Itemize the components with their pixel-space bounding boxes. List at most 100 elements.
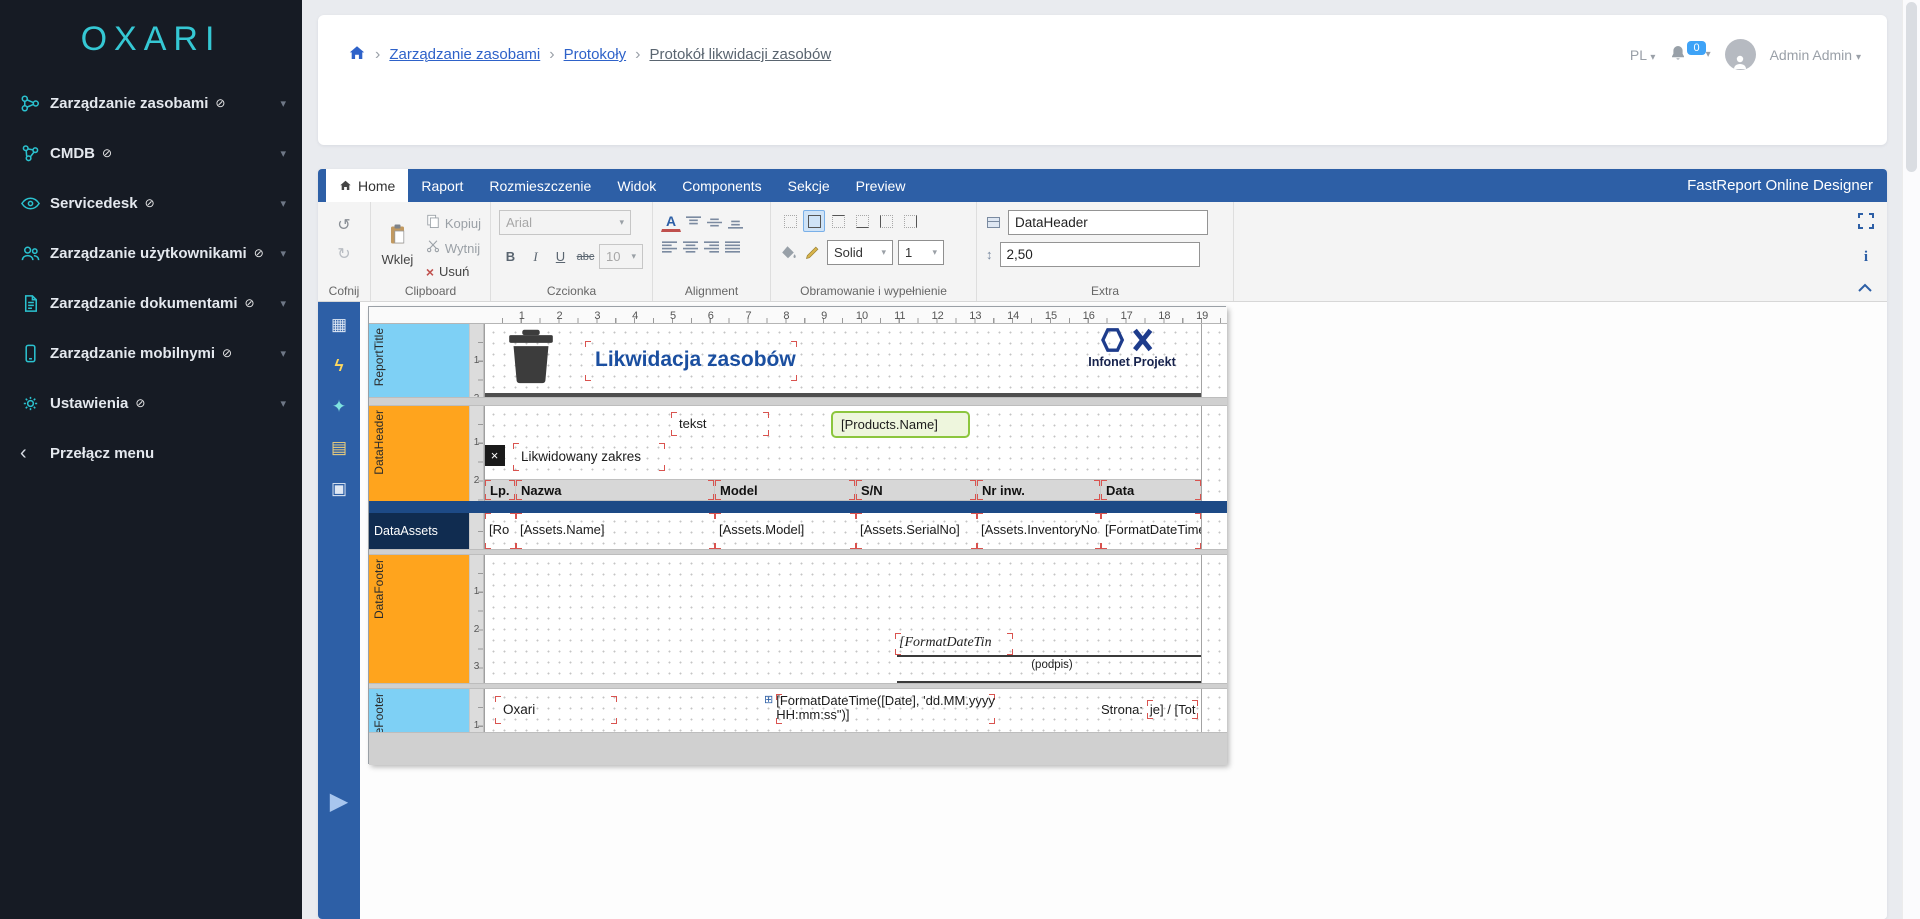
table-data-cell[interactable]: [FormatDateTime	[1101, 513, 1201, 549]
avatar[interactable]	[1724, 39, 1756, 70]
table-data-cell[interactable]: [Assets.SerialNo]	[856, 513, 977, 549]
band-label-datafooter[interactable]: DataFooter	[369, 555, 469, 683]
band-name-input[interactable]	[1008, 210, 1208, 235]
font-size-select[interactable]: 10 ▾	[599, 244, 643, 269]
border-right-button[interactable]	[899, 210, 921, 232]
notifications-button[interactable]: 0 ▾	[1669, 40, 1711, 65]
border-all-button[interactable]	[803, 210, 825, 232]
footer-page-object[interactable]: Strona: je] / [Tot	[1101, 695, 1207, 723]
table-header-cell[interactable]: Nr inw.	[977, 480, 1101, 500]
band-label-dataassets[interactable]: DataAssets	[369, 513, 469, 549]
table-data-cell[interactable]: [Assets.InventoryNo	[977, 513, 1101, 549]
align-left-icon[interactable]	[661, 240, 678, 255]
line-color-icon[interactable]	[803, 243, 822, 262]
components-icon[interactable]: ✦	[332, 398, 346, 415]
sidebar-item-settings[interactable]: Ustawienia ⊘ ▾	[0, 378, 302, 428]
language-selector[interactable]: PL ▾	[1630, 47, 1656, 63]
font-color-button[interactable]: A	[661, 212, 681, 232]
strikethrough-button[interactable]: abc	[574, 245, 597, 268]
tab-rozmieszczenie[interactable]: Rozmieszczenie	[476, 169, 604, 202]
home-icon[interactable]	[348, 44, 366, 65]
border-left-button[interactable]	[875, 210, 897, 232]
cut-button[interactable]: Wytnij	[425, 238, 482, 259]
redo-icon[interactable]: ↻	[336, 243, 351, 265]
valign-middle-icon[interactable]	[706, 212, 723, 232]
grid-icon[interactable]: ▦	[331, 316, 347, 333]
tab-widok[interactable]: Widok	[604, 169, 669, 202]
band-dataassets[interactable]: [Ro [Assets.Name] [Assets.Model] [Assets…	[484, 513, 1227, 549]
delete-button[interactable]: × Usuń	[425, 263, 482, 280]
band-dataheader[interactable]: tekst [Products.Name] × Likwidowany zakr…	[484, 406, 1227, 501]
footer-company-text[interactable]: Oxari	[495, 696, 617, 724]
sidebar-item-users[interactable]: Zarządzanie użytkownikami ⊘ ▾	[0, 228, 302, 278]
sidebar-item-mobile[interactable]: Zarządzanie mobilnymi ⊘ ▾	[0, 328, 302, 378]
wand-icon[interactable]: ϟ	[335, 357, 344, 374]
notes-icon[interactable]: ▤	[331, 439, 347, 456]
scrollbar-thumb[interactable]	[1906, 2, 1917, 172]
tab-preview[interactable]: Preview	[843, 169, 919, 202]
sidebar-toggle[interactable]: ‹ Przełącz menu	[0, 428, 302, 478]
run-icon[interactable]: ▶	[318, 787, 360, 816]
products-name-field[interactable]: [Products.Name]	[831, 411, 970, 438]
align-right-icon[interactable]	[703, 240, 720, 255]
report-title-text[interactable]: Likwidacja zasobów	[585, 341, 797, 381]
underline-button[interactable]: U	[549, 245, 572, 268]
sidebar-item-documents[interactable]: Zarządzanie dokumentami ⊘ ▾	[0, 278, 302, 328]
tab-raport[interactable]: Raport	[408, 169, 476, 202]
fullscreen-icon[interactable]	[1857, 212, 1875, 235]
text-object[interactable]: tekst	[671, 412, 769, 436]
border-bottom-button[interactable]	[851, 210, 873, 232]
undo-icon[interactable]: ↺	[336, 214, 351, 236]
sidebar-item-cmdb[interactable]: CMDB ⊘ ▾	[0, 128, 302, 178]
signature-expression[interactable]: [FormatDateTin	[895, 633, 1013, 655]
table-header-cell[interactable]: S/N	[856, 480, 977, 500]
table-data-cell[interactable]: [Assets.Name]	[516, 513, 715, 549]
user-menu[interactable]: Admin Admin ▾	[1770, 47, 1861, 63]
breadcrumb-link-assets[interactable]: Zarządzanie zasobami	[389, 46, 540, 63]
band-datafooter[interactable]: [FormatDateTin (podpis)	[484, 555, 1227, 683]
selected-band-bar[interactable]	[369, 501, 1227, 513]
signature-caption[interactable]: (podpis)	[972, 659, 1132, 674]
border-none-button[interactable]	[779, 210, 801, 232]
tab-home[interactable]: Home	[326, 169, 409, 202]
band-label-reporttitle[interactable]: ReportTitle	[369, 324, 469, 397]
collapse-ribbon-icon[interactable]	[1857, 280, 1873, 298]
band-pagefooter[interactable]: Oxari ⊞ [FormatDateTime([Date], 'dd.MM.y…	[484, 689, 1227, 732]
border-style-select[interactable]: Solid ▾	[827, 240, 893, 265]
table-data-cell[interactable]: [Ro	[485, 513, 516, 549]
table-header-cell[interactable]: Nazwa	[516, 480, 715, 500]
table-data-cell[interactable]: [Assets.Model]	[715, 513, 856, 549]
table-header-cell[interactable]: Lp.	[485, 480, 516, 500]
copy-page-icon[interactable]: ▣	[331, 480, 347, 497]
tab-sekcje[interactable]: Sekcje	[775, 169, 843, 202]
fill-color-icon[interactable]	[779, 243, 798, 262]
band-height-input[interactable]	[999, 242, 1200, 267]
signature-line[interactable]	[897, 655, 1201, 657]
band-label-dataheader[interactable]: DataHeader	[369, 406, 469, 501]
valign-top-icon[interactable]	[685, 212, 702, 232]
image-placeholder[interactable]: ×	[485, 445, 505, 466]
border-width-select[interactable]: 1 ▾	[898, 240, 944, 265]
sidebar-item-servicedesk[interactable]: Servicedesk ⊘ ▾	[0, 178, 302, 228]
valign-bottom-icon[interactable]	[727, 212, 744, 232]
subtitle-object[interactable]: Likwidowany zakres	[513, 443, 665, 471]
italic-button[interactable]: I	[524, 245, 547, 268]
tab-components[interactable]: Components	[669, 169, 774, 202]
table-header-cell[interactable]: Model	[715, 480, 856, 500]
align-justify-icon[interactable]	[724, 240, 741, 255]
trash-image[interactable]	[507, 329, 555, 390]
sidebar-item-assets[interactable]: Zarządzanie zasobami ⊘ ▾	[0, 78, 302, 128]
bold-button[interactable]: B	[499, 245, 522, 268]
font-family-select[interactable]: Arial ▾	[499, 210, 631, 235]
align-center-icon[interactable]	[682, 240, 699, 255]
paste-button[interactable]: Wklej	[379, 210, 416, 280]
band-label-pagefooter[interactable]: PageFooter	[369, 689, 469, 732]
band-reporttitle[interactable]: Likwidacja zasobów Infonet Projekt	[484, 324, 1227, 397]
table-header-cell[interactable]: Data	[1101, 480, 1201, 500]
breadcrumb-link-protocols[interactable]: Protokoły	[564, 46, 627, 63]
window-scrollbar[interactable]	[1902, 0, 1920, 919]
footer-datetime-object[interactable]: ⊞ [FormatDateTime([Date], 'dd.MM.yyyy HH…	[764, 694, 1004, 724]
copy-button[interactable]: Kopiuj	[425, 213, 482, 234]
border-top-button[interactable]	[827, 210, 849, 232]
company-logo[interactable]: Infonet Projekt	[1080, 327, 1184, 391]
